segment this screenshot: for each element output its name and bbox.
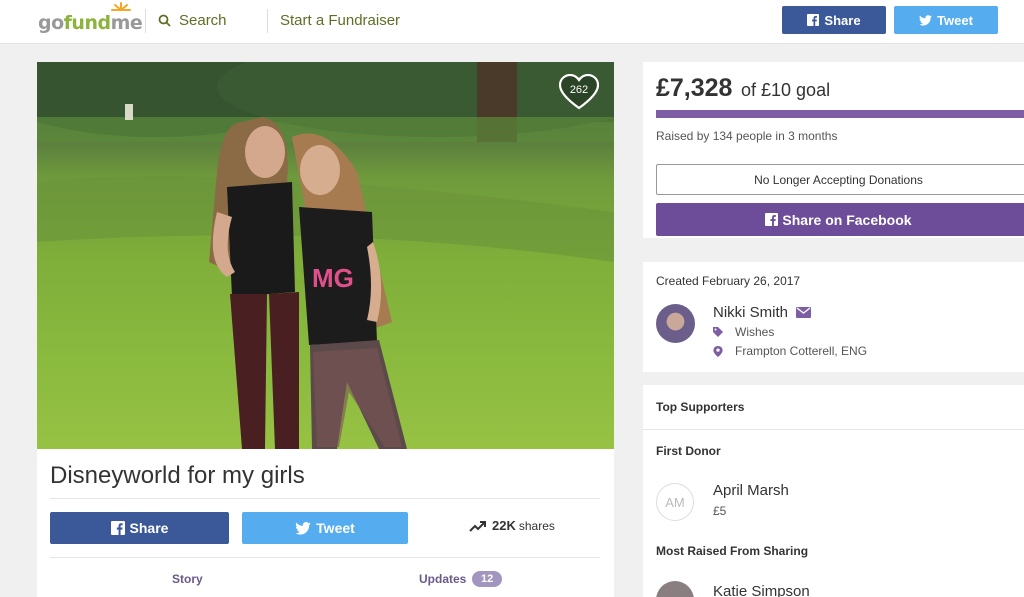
campaign-title: Disneyworld for my girls bbox=[50, 462, 305, 489]
tweet-label: Tweet bbox=[316, 520, 355, 536]
organizer-name-row: Nikki Smith bbox=[713, 304, 812, 321]
shares-label: shares bbox=[518, 518, 555, 533]
campaign-share-button[interactable]: Share bbox=[50, 512, 229, 544]
top-supporters-heading[interactable]: Top Supporters bbox=[656, 400, 744, 414]
share-on-facebook-button[interactable]: Share on Facebook bbox=[656, 203, 1024, 236]
share-label: Share bbox=[824, 12, 861, 28]
shares-count: 22K shares bbox=[469, 518, 555, 533]
organizer-name[interactable]: Nikki Smith bbox=[713, 304, 788, 321]
donor-amount: £5 bbox=[713, 504, 727, 518]
campaign-tweet-button[interactable]: Tweet bbox=[242, 512, 408, 544]
header-divider bbox=[267, 9, 268, 33]
search-link[interactable]: Search bbox=[158, 12, 227, 29]
campaign-photo[interactable]: MG 262 bbox=[37, 62, 614, 449]
no-longer-accepting-button[interactable]: No Longer Accepting Donations bbox=[656, 164, 1024, 195]
location-label: Frampton Cotterell, ENG bbox=[735, 344, 868, 358]
sharer-name: Katie Simpson bbox=[713, 583, 810, 597]
divider bbox=[50, 498, 600, 499]
top-header: gofundme Search Start a Fundraiser Share… bbox=[0, 0, 1024, 44]
tab-story[interactable]: Story bbox=[172, 572, 203, 586]
twitter-icon bbox=[919, 14, 933, 26]
trending-icon bbox=[469, 520, 486, 532]
facebook-icon bbox=[110, 521, 125, 535]
gofundme-logo[interactable]: gofundme bbox=[38, 2, 143, 36]
tab-updates[interactable]: Updates bbox=[419, 572, 466, 586]
svg-text:MG: MG bbox=[312, 263, 354, 293]
raised-amount: £7,328 bbox=[656, 74, 733, 102]
tag-icon bbox=[713, 327, 723, 337]
tweet-label: Tweet bbox=[937, 12, 973, 28]
shares-number: 22K bbox=[492, 518, 516, 533]
donor-avatar: AM bbox=[656, 483, 694, 521]
updates-count-badge: 12 bbox=[472, 571, 503, 587]
header-divider bbox=[145, 9, 146, 33]
search-icon bbox=[158, 14, 171, 27]
header-tweet-button[interactable]: Tweet bbox=[894, 6, 998, 34]
divider bbox=[643, 429, 1024, 430]
location-pin-icon bbox=[713, 345, 723, 357]
start-fundraiser-link[interactable]: Start a Fundraiser bbox=[280, 12, 400, 29]
facebook-icon bbox=[807, 14, 820, 26]
sun-icon bbox=[111, 2, 131, 11]
supporters-panel: Top Supporters First Donor AM April Mars… bbox=[643, 385, 1024, 597]
most-raised-heading: Most Raised From Sharing bbox=[656, 544, 809, 558]
share-on-facebook-label: Share on Facebook bbox=[782, 211, 912, 228]
header-share-button[interactable]: Share bbox=[782, 6, 886, 34]
created-date: Created February 26, 2017 bbox=[656, 274, 801, 288]
progress-bar bbox=[656, 110, 1024, 118]
organizer-avatar[interactable] bbox=[656, 304, 695, 343]
divider bbox=[50, 557, 600, 558]
heart-count: 262 bbox=[569, 84, 589, 96]
raised-summary: Raised by 134 people in 3 months bbox=[656, 129, 838, 143]
first-donor-heading: First Donor bbox=[656, 444, 721, 458]
share-label: Share bbox=[129, 520, 169, 536]
category-label[interactable]: Wishes bbox=[735, 325, 774, 339]
search-label: Search bbox=[179, 12, 227, 29]
organizer-location: Frampton Cotterell, ENG bbox=[713, 344, 867, 358]
donor-name: April Marsh bbox=[713, 482, 789, 499]
photo-scene: MG bbox=[37, 62, 614, 449]
twitter-icon bbox=[295, 521, 311, 535]
campaign-card: MG 262 Disneyworld for my girls Share Tw… bbox=[37, 62, 614, 597]
envelope-icon[interactable] bbox=[796, 307, 812, 318]
progress-fill bbox=[656, 110, 1024, 118]
goal-text: of £10 goal bbox=[741, 80, 831, 100]
organizer-panel: Created February 26, 2017 Nikki Smith Wi… bbox=[643, 262, 1024, 372]
organizer-category: Wishes bbox=[713, 325, 774, 339]
facebook-icon bbox=[765, 213, 779, 226]
donation-panel: £7,328 of £10 goal Raised by 134 people … bbox=[643, 62, 1024, 238]
sharer-avatar bbox=[656, 581, 694, 597]
